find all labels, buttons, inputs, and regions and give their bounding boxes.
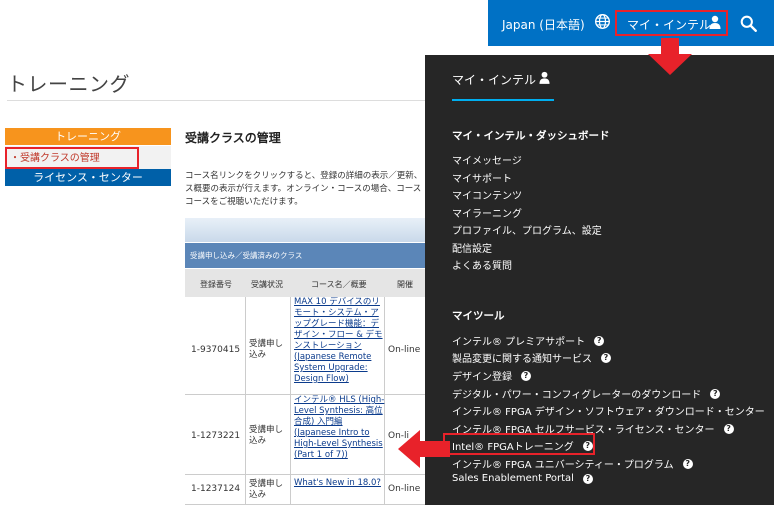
search-icon[interactable] xyxy=(740,15,757,32)
cell-id: 1-1273221 xyxy=(185,395,246,474)
help-icon[interactable]: ? xyxy=(582,473,593,484)
menu-item-power-configurator[interactable]: デジタル・パワー・コンフィグレーターのダウンロード? xyxy=(452,386,721,401)
cell-course: What's New in 18.0? xyxy=(291,475,385,504)
column-header: 登録番号 xyxy=(200,280,232,289)
description-line: コースをご視聴いただけます。 xyxy=(185,197,303,207)
cell-course: インテル® HLS (High-Level Synthesis: 高位合成) 入… xyxy=(291,395,385,474)
highlight-box xyxy=(443,433,595,455)
course-link[interactable]: インテル® HLS (High-Level Synthesis: 高位合成) 入… xyxy=(294,395,386,461)
menu-item-delivery-settings[interactable]: 配信設定 xyxy=(452,240,492,255)
region-selector[interactable]: Japan (日本語) xyxy=(502,16,585,33)
table-banner xyxy=(185,218,425,242)
globe-icon[interactable] xyxy=(594,13,611,30)
course-link[interactable]: MAX 10 デバイスのリモート・システム・アップグレード機能：デザイン・フロー… xyxy=(294,297,386,385)
my-intel-label: マイ・インテル xyxy=(627,18,712,32)
menu-title[interactable]: マイ・インテル xyxy=(452,71,536,88)
course-link[interactable]: What's New in 18.0? xyxy=(294,478,386,489)
cell-delivery: On-line xyxy=(388,345,421,355)
column-header: 開催 xyxy=(397,280,413,289)
table-caption: 受講申し込み／受講済みのクラス xyxy=(185,243,425,268)
arrow-left-icon xyxy=(398,430,450,468)
column-header: 受講状況 xyxy=(251,280,283,289)
page-title: トレーニング xyxy=(7,72,130,96)
menu-item-messages[interactable]: マイメッセージ xyxy=(452,152,522,167)
sidebar-item-training[interactable]: トレーニング xyxy=(5,128,171,145)
menu-item-university-program[interactable]: インテル® FPGA ユニバーシティー・プログラム? xyxy=(452,456,693,471)
cell-status: 受講申し込み xyxy=(246,297,291,394)
table-header: 登録番号 受講状況 コース名／概要 開催 xyxy=(185,269,425,297)
cell-status: 受講申し込み xyxy=(246,395,291,474)
description-line: コース名リンクをクリックすると、登録の詳細の表示／更新、 xyxy=(185,171,423,181)
title-divider xyxy=(7,100,425,101)
menu-title-underline xyxy=(452,99,554,101)
menu-item-profile[interactable]: プロファイル、プログラム、設定 xyxy=(452,222,602,237)
dashboard-heading: マイ・インテル・ダッシュボード xyxy=(452,130,610,142)
column-header: コース名／概要 xyxy=(311,280,367,289)
user-icon xyxy=(709,15,721,29)
menu-item-pcn-service[interactable]: 製品変更に関する通知サービス? xyxy=(452,350,611,365)
table-row: 1-1237124 受講申し込み What's New in 18.0? On-… xyxy=(185,475,425,505)
my-intel-button[interactable]: マイ・インテル xyxy=(615,10,728,36)
cell-course: MAX 10 デバイスのリモート・システム・アップグレード機能：デザイン・フロー… xyxy=(291,297,385,394)
menu-item-software-download[interactable]: インテル® FPGA デザイン・ソフトウェア・ダウンロード・センター? xyxy=(452,403,774,418)
cell-id: 1-1237124 xyxy=(185,475,246,504)
top-bar: Japan (日本語) マイ・インテル xyxy=(488,0,774,46)
menu-item-design-registration[interactable]: デザイン登録? xyxy=(452,368,531,383)
menu-item-content[interactable]: マイコンテンツ xyxy=(452,187,522,202)
description-line: ス概要の表示が行えます。オンライン・コースの場合、コース xyxy=(185,184,422,194)
table-row: 1-1273221 受講申し込み インテル® HLS (High-Level S… xyxy=(185,395,425,475)
help-icon[interactable]: ? xyxy=(601,352,611,363)
help-icon[interactable]: ? xyxy=(594,335,605,346)
table-row: 1-9370415 受講申し込み MAX 10 デバイスのリモート・システム・ア… xyxy=(185,297,425,395)
menu-item-support[interactable]: マイサポート xyxy=(452,170,512,185)
cell-status: 受講申し込み xyxy=(246,475,291,504)
help-icon[interactable]: ? xyxy=(521,370,531,381)
menu-item-learning[interactable]: マイラーニング xyxy=(452,205,522,220)
menu-item-sales-portal[interactable]: Sales Enablement Portal? xyxy=(452,473,593,484)
user-icon xyxy=(539,71,550,84)
section-title: 受講クラスの管理 xyxy=(185,131,281,145)
arrow-down-icon xyxy=(648,38,692,75)
cell-id: 1-9370415 xyxy=(185,297,246,394)
help-icon[interactable]: ? xyxy=(710,388,721,399)
menu-item-premier-support[interactable]: インテル® プレミアサポート? xyxy=(452,333,605,348)
sidebar-item-label: ・受講クラスの管理 xyxy=(10,153,100,164)
menu-item-faq[interactable]: よくある質問 xyxy=(452,257,512,272)
help-icon[interactable]: ? xyxy=(682,458,693,469)
cell-delivery: On-line xyxy=(388,484,421,494)
sidebar-item-manage-classes[interactable]: ・受講クラスの管理 xyxy=(5,146,171,169)
classes-table: 1-9370415 受講申し込み MAX 10 デバイスのリモート・システム・ア… xyxy=(185,297,425,505)
description: コース名リンクをクリックすると、登録の詳細の表示／更新、 ス概要の表示が行えます… xyxy=(185,170,425,209)
help-icon[interactable]: ? xyxy=(723,423,734,434)
sidebar-item-license-center[interactable]: ライセンス・センター xyxy=(5,169,171,186)
tools-heading: マイツール xyxy=(452,310,505,322)
